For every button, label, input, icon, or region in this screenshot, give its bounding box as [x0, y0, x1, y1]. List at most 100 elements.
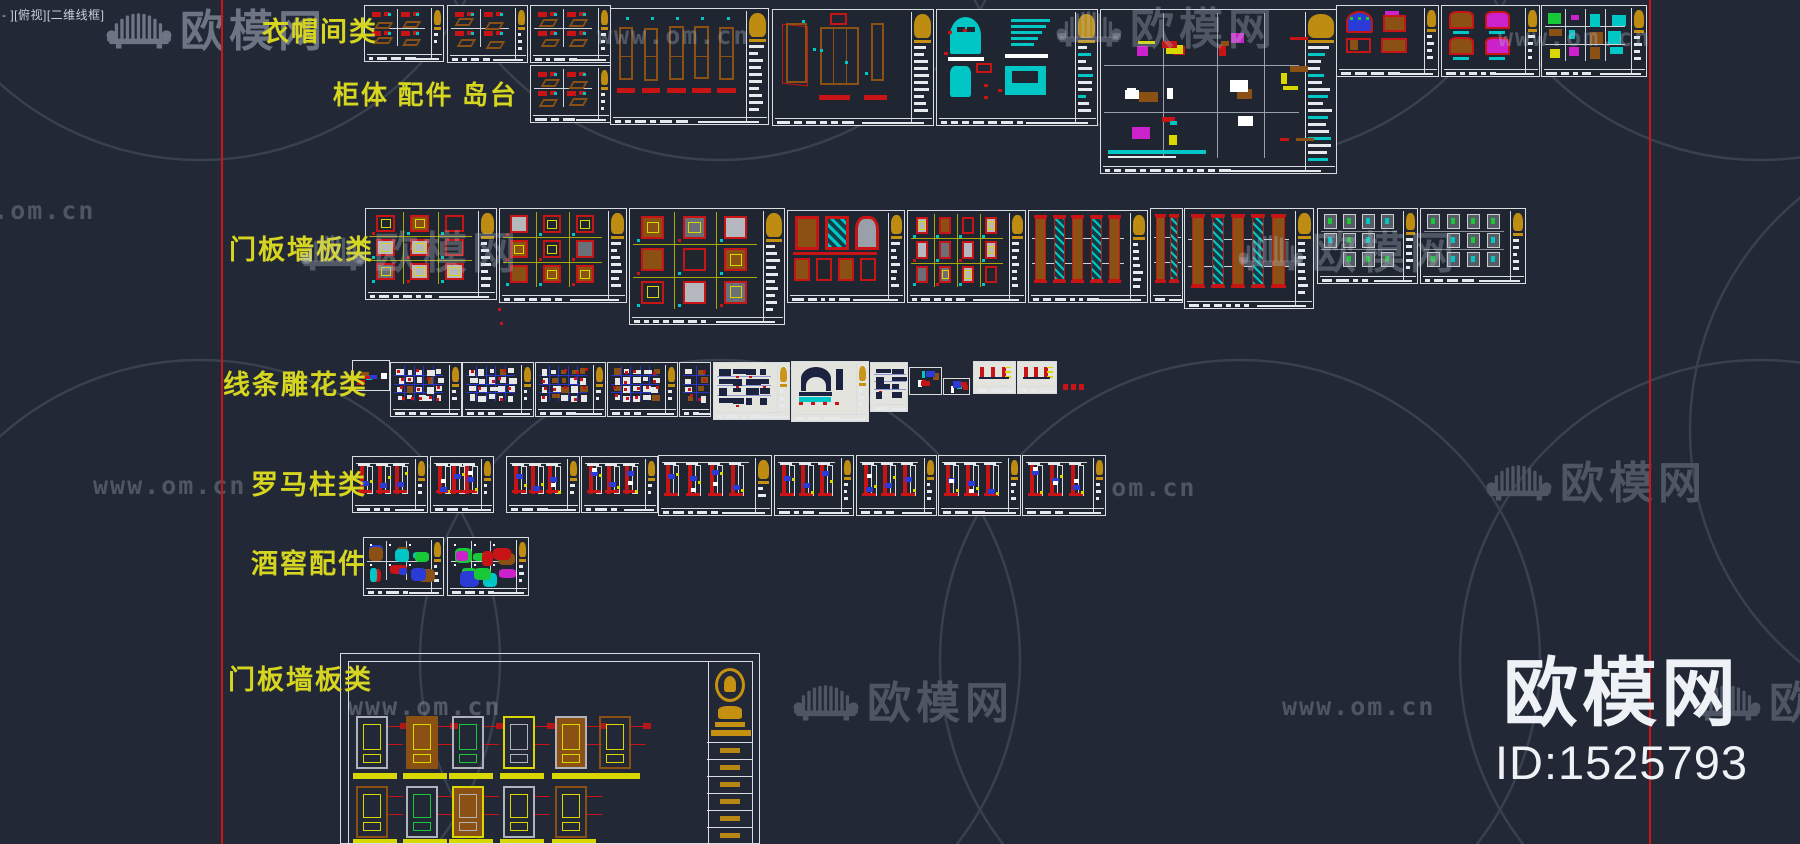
sheet-thumbnail[interactable] — [340, 653, 760, 844]
cad-shape — [683, 392, 709, 394]
cad-shape — [939, 118, 1096, 119]
cad-shape — [947, 56, 984, 61]
cad-shape — [386, 591, 399, 594]
cad-shape — [625, 120, 631, 123]
cad-shape — [962, 121, 970, 124]
cad-shape — [1231, 213, 1246, 217]
sheet-thumbnail[interactable] — [530, 65, 611, 123]
cad-shape — [536, 508, 548, 511]
sheet-thumbnail[interactable] — [909, 367, 942, 395]
cad-shape — [904, 476, 912, 482]
cad-shape — [1169, 299, 1182, 301]
sheet-thumbnail[interactable] — [447, 5, 528, 63]
cad-canvas[interactable]: 欧模网欧模网欧模网欧模网www.om.cnwww.om.cnwww.om.cnw… — [0, 0, 1800, 844]
cad-shape — [811, 491, 814, 495]
cad-shape — [1308, 81, 1323, 84]
sheet-thumbnail[interactable] — [1336, 5, 1439, 77]
cad-shape — [1380, 37, 1408, 54]
cad-shape — [547, 509, 576, 511]
watermark-sofa-logo: 欧模网 — [1486, 462, 1707, 506]
cad-shape — [777, 508, 852, 509]
cad-shape — [1308, 109, 1332, 112]
sheet-thumbnail[interactable] — [581, 456, 658, 513]
sheet-thumbnail[interactable] — [658, 455, 772, 516]
sheet-thumbnail[interactable] — [447, 537, 529, 596]
cad-shape — [859, 366, 866, 381]
cad-shape — [1231, 170, 1322, 172]
cad-shape — [1451, 218, 1455, 224]
cad-shape — [355, 505, 426, 506]
cad-shape — [1108, 150, 1206, 154]
cad-shape — [1078, 95, 1087, 98]
sheet-thumbnail[interactable] — [506, 456, 580, 513]
cad-shape — [891, 270, 898, 273]
cad-shape — [1093, 458, 1094, 514]
cad-shape — [1167, 88, 1174, 100]
sheet-thumbnail[interactable] — [856, 455, 937, 516]
cad-shape — [398, 567, 407, 576]
cad-shape — [1298, 284, 1308, 287]
sheet-thumbnail[interactable] — [774, 455, 854, 516]
sheet-thumbnail[interactable] — [390, 362, 462, 417]
cad-shape — [701, 16, 705, 20]
cad-shape — [1035, 218, 1047, 280]
cad-shape — [617, 485, 620, 489]
sheet-thumbnail[interactable] — [713, 362, 790, 420]
cad-shape — [1385, 11, 1400, 15]
cad-shape — [685, 369, 692, 375]
cad-shape — [859, 403, 863, 406]
cad-shape — [507, 387, 511, 391]
sheet-thumbnail[interactable] — [1150, 208, 1183, 303]
cad-shape — [584, 505, 656, 506]
cad-shape — [596, 773, 640, 779]
sheet-thumbnail[interactable] — [1022, 455, 1106, 516]
cad-shape — [493, 563, 496, 566]
cad-shape — [473, 563, 476, 566]
sheet-thumbnail[interactable] — [787, 210, 905, 303]
cad-shape — [441, 280, 445, 284]
cad-shape — [766, 245, 776, 248]
sheet-thumbnail[interactable] — [462, 362, 534, 417]
cad-shape — [554, 92, 558, 95]
cad-shape — [749, 59, 764, 62]
sheet-thumbnail[interactable] — [870, 362, 908, 412]
sheet-thumbnail[interactable] — [535, 362, 606, 417]
cad-shape — [538, 12, 547, 17]
sheet-thumbnail[interactable] — [629, 208, 785, 325]
cad-shape — [1427, 35, 1432, 38]
sheet-thumbnail[interactable] — [938, 455, 1021, 516]
cad-shape — [719, 378, 733, 385]
sheet-thumbnail[interactable] — [679, 362, 711, 417]
sheet-thumbnail[interactable] — [607, 362, 678, 417]
cad-shape — [901, 512, 933, 514]
sheet-thumbnail[interactable] — [430, 456, 494, 513]
sofa-icon — [1238, 235, 1304, 271]
cad-shape — [1096, 460, 1103, 475]
cad-shape — [575, 413, 603, 415]
cad-shape — [881, 462, 894, 465]
watermark-sofa-logo: 欧模网 — [1238, 232, 1459, 276]
cad-shape — [861, 511, 870, 514]
sheet-thumbnail[interactable] — [363, 537, 444, 596]
cad-shape — [372, 280, 376, 284]
cad-shape — [634, 120, 646, 123]
cad-shape — [471, 13, 475, 16]
cad-shape — [418, 491, 423, 494]
cad-shape — [755, 458, 756, 514]
sheet-thumbnail[interactable] — [772, 9, 934, 126]
cad-shape — [464, 591, 476, 594]
cad-shape — [892, 391, 903, 399]
sheet-thumbnail[interactable] — [943, 378, 970, 395]
cad-shape — [780, 462, 792, 465]
sheet-thumbnail[interactable] — [791, 361, 869, 422]
sheet-thumbnail[interactable] — [1017, 361, 1057, 394]
cad-shape — [1424, 8, 1425, 75]
cad-shape — [779, 511, 791, 514]
cad-shape — [666, 87, 686, 93]
sheet-thumbnail[interactable] — [907, 210, 1026, 303]
cad-shape — [1308, 95, 1328, 98]
cad-shape — [1546, 72, 1558, 75]
sheet-thumbnail[interactable] — [1028, 210, 1148, 303]
sheet-thumbnail[interactable] — [973, 361, 1016, 394]
cad-shape — [644, 320, 650, 323]
